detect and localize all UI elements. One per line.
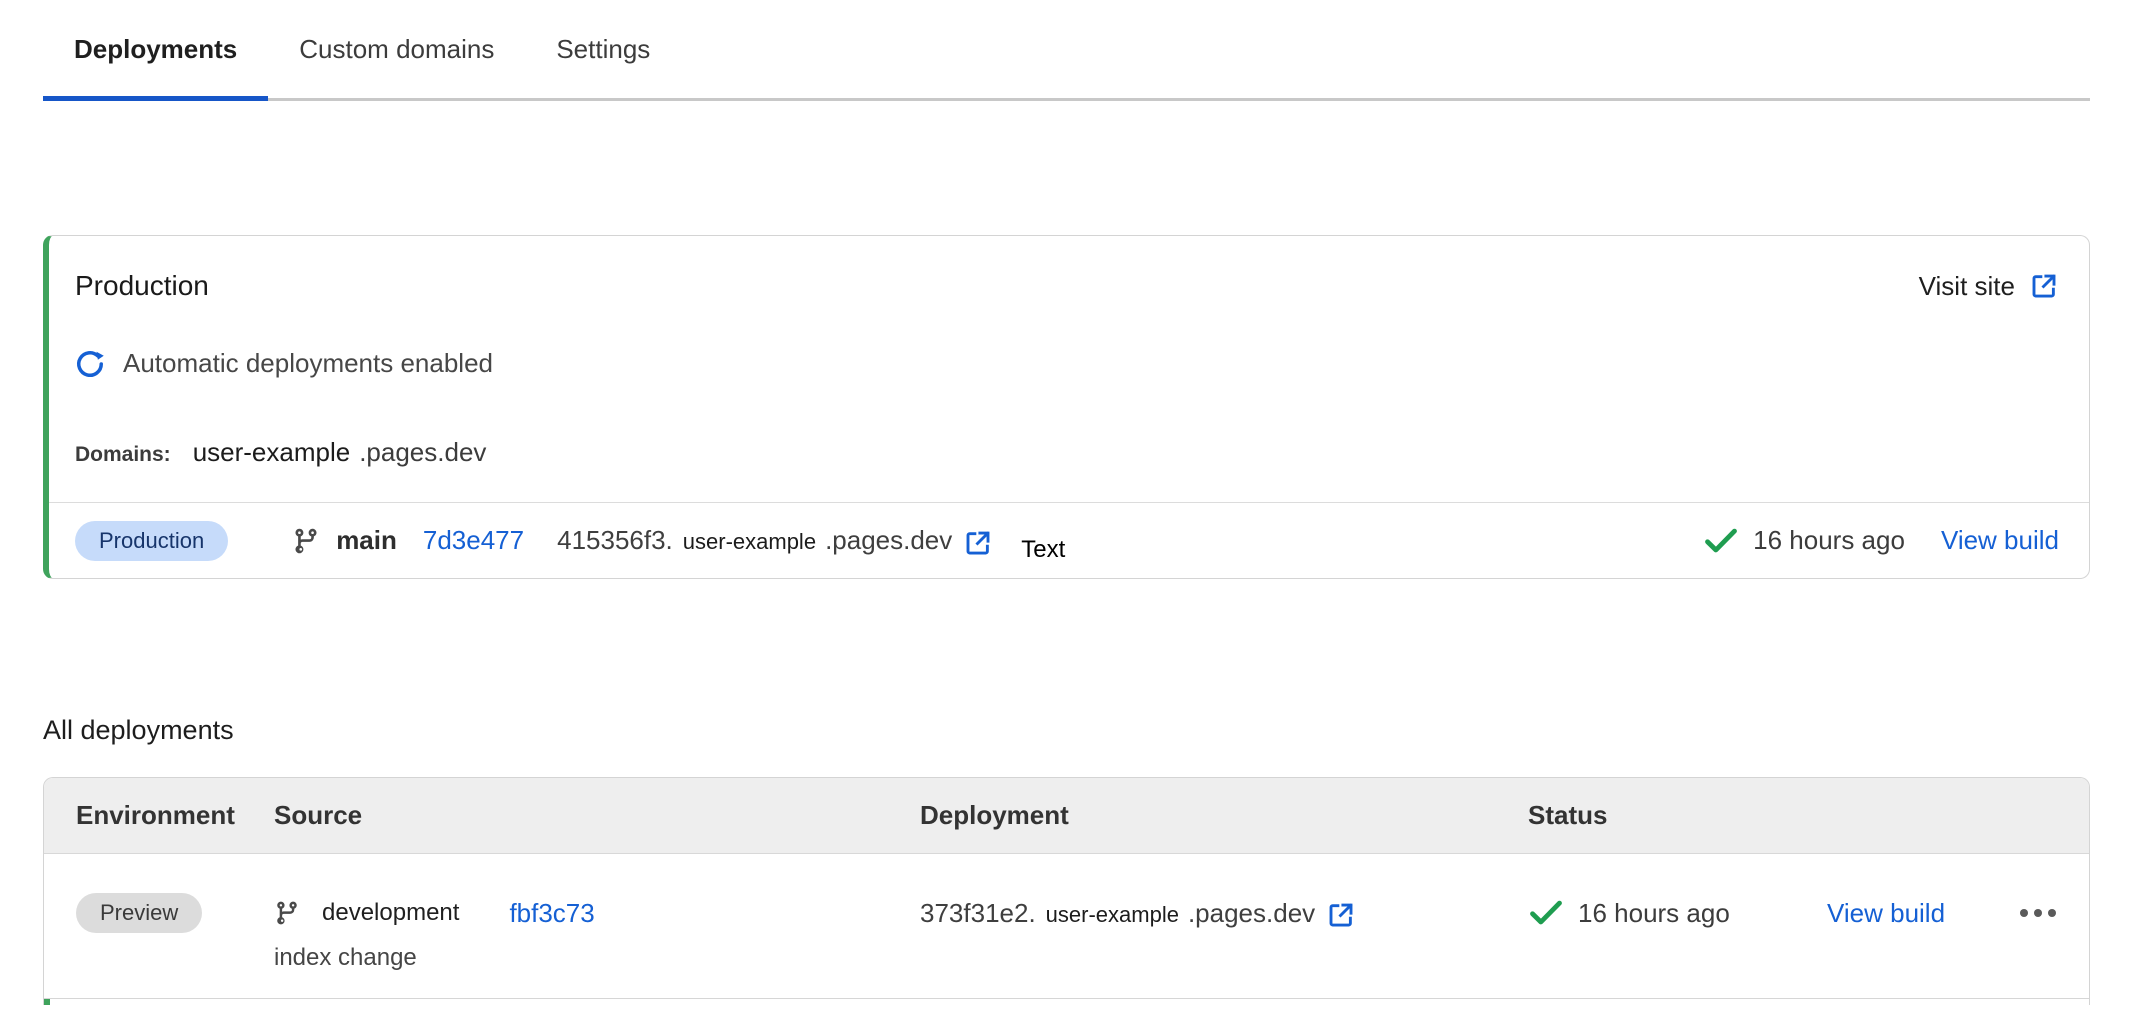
domain-suffix: .pages.dev (359, 437, 486, 468)
deployment-url-prefix: 415356f3. (557, 525, 673, 556)
external-link-icon[interactable] (1326, 900, 1356, 930)
tab-deployments[interactable]: Deployments (43, 0, 268, 98)
git-branch-icon (292, 527, 320, 555)
branch-name: development (322, 899, 459, 927)
all-deployments-table: Environment Source Deployment Status Pre… (43, 777, 2090, 1005)
status-group: 16 hours ago (1703, 525, 1905, 556)
deployment-url-suffix: .pages.dev (1188, 898, 1315, 929)
domain-name: user-example (193, 437, 351, 468)
view-build-link[interactable]: View build (1827, 898, 1945, 929)
external-link-icon (2029, 271, 2059, 301)
success-check-icon (1528, 898, 1564, 928)
row-actions-menu-button[interactable] (2019, 892, 2089, 934)
column-header-deployment: Deployment (920, 800, 1528, 831)
deployment-url: 415356f3. user-example .pages.dev (557, 525, 993, 556)
column-header-source: Source (274, 800, 920, 831)
production-deployment-row: Production main 7d3e477 415356f3. user-e… (49, 502, 2089, 578)
tab-settings[interactable]: Settings (525, 0, 681, 98)
deployment-url-name: user-example (1046, 902, 1179, 928)
success-check-icon (1703, 526, 1739, 556)
commit-hash-link[interactable]: fbf3c73 (509, 898, 594, 929)
source-cell: development fbf3c73 index change (274, 892, 920, 972)
production-card-title: Production (75, 270, 209, 302)
domains-label: Domains: (75, 443, 171, 467)
deployment-note-text: Text (1021, 536, 1065, 564)
auto-deploy-refresh-icon (75, 349, 105, 379)
commit-message: index change (274, 944, 920, 972)
tab-bar: Deployments Custom domains Settings (43, 0, 2090, 101)
deployment-url-suffix: .pages.dev (825, 525, 952, 556)
git-branch-icon (274, 900, 300, 926)
column-header-environment: Environment (76, 800, 274, 831)
tab-custom-domains[interactable]: Custom domains (268, 0, 525, 98)
environment-badge-preview: Preview (76, 893, 202, 933)
auto-deploy-text: Automatic deployments enabled (123, 348, 493, 379)
commit-hash-link[interactable]: 7d3e477 (423, 525, 524, 556)
environment-badge-production: Production (75, 521, 228, 561)
source-branch-group: main (292, 525, 397, 556)
status-time: 16 hours ago (1753, 525, 1905, 556)
deployment-url: 373f31e2. user-example .pages.dev (920, 898, 1356, 929)
deployment-url-prefix: 373f31e2. (920, 898, 1036, 929)
table-header-row: Environment Source Deployment Status (44, 778, 2089, 854)
branch-name: main (336, 525, 397, 556)
production-card: Production Visit site Automa (43, 235, 2090, 579)
table-row: Preview development fbf3c73 index change… (44, 854, 2089, 999)
domains-row: Domains: user-example .pages.dev (75, 437, 2059, 468)
status-time: 16 hours ago (1578, 898, 1730, 929)
deployment-url-name: user-example (683, 529, 816, 555)
ellipsis-icon (2019, 908, 2057, 918)
visit-site-link[interactable]: Visit site (1919, 271, 2059, 302)
next-row-partial (44, 999, 2089, 1005)
status-cell: 16 hours ago (1528, 892, 1827, 934)
view-build-link[interactable]: View build (1941, 525, 2059, 556)
visit-site-label: Visit site (1919, 271, 2015, 302)
all-deployments-heading: All deployments (43, 715, 2132, 746)
column-header-status: Status (1528, 800, 1827, 831)
external-link-icon[interactable] (963, 528, 993, 558)
